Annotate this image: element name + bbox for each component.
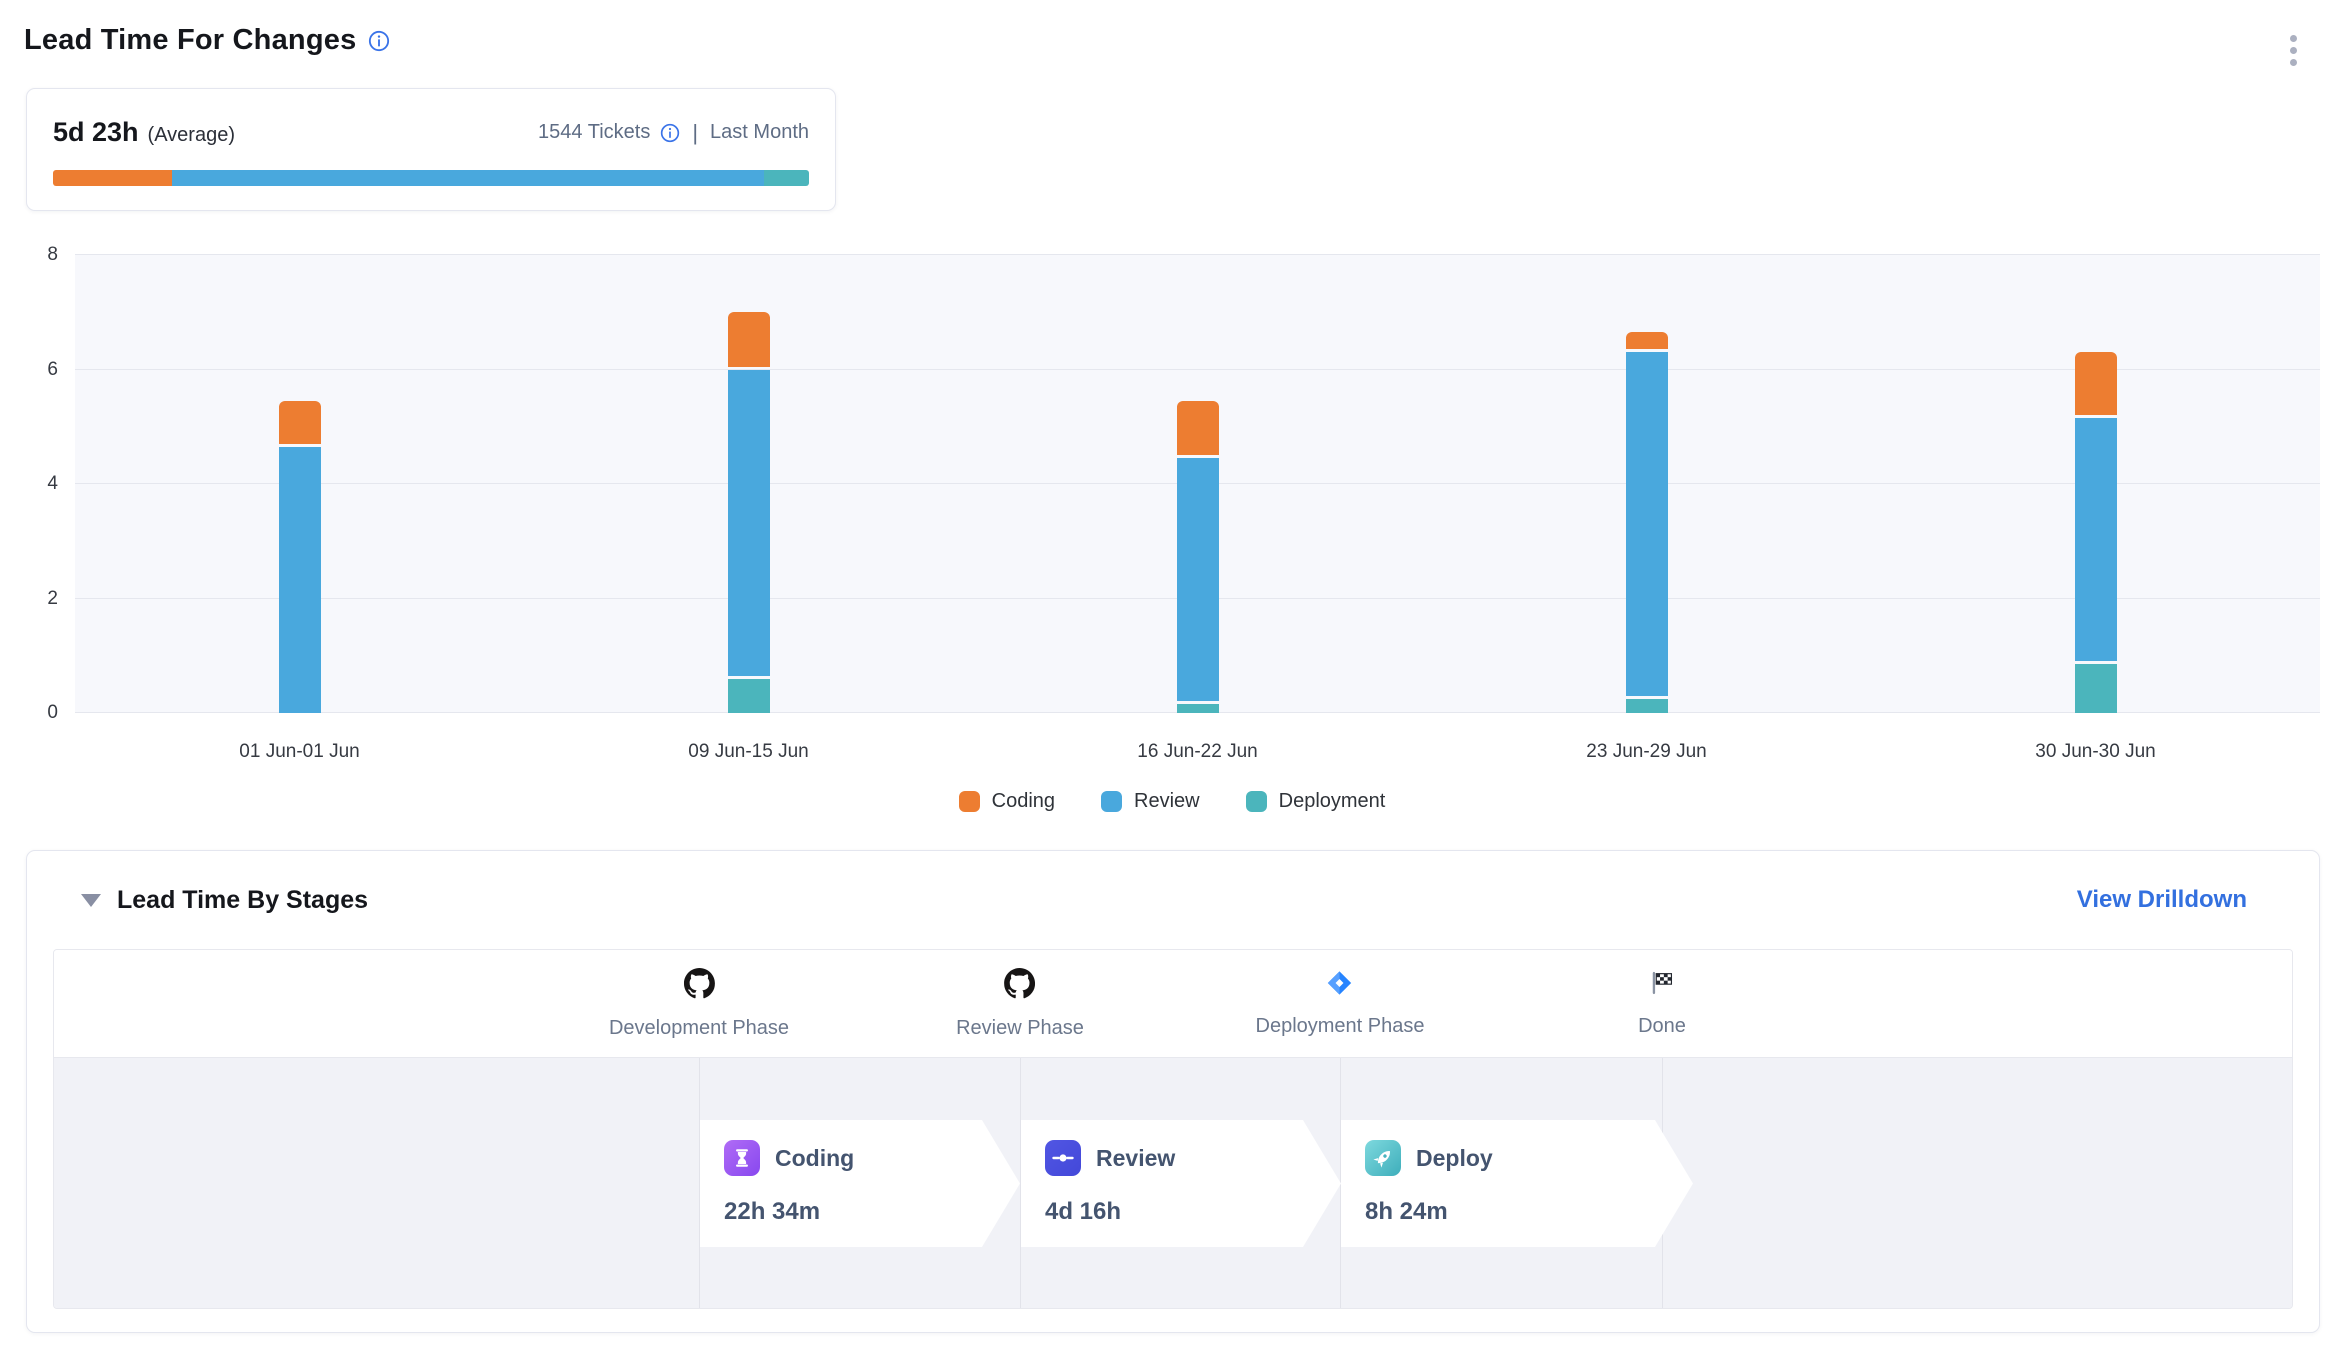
phase-label: Review Phase	[956, 1017, 1084, 1040]
more-options-kebab-icon[interactable]	[2282, 30, 2304, 70]
phase-deployment: Deployment Phase	[1256, 950, 1425, 1057]
legend-label: Review	[1134, 790, 1200, 813]
stage-card-duration: 8h 24m	[1365, 1198, 1693, 1226]
lead-time-distribution-bar	[53, 170, 809, 186]
phase-done: Done	[1638, 950, 1686, 1057]
legend-item-coding[interactable]: Coding	[959, 790, 1055, 813]
y-tick-label: 4	[0, 473, 58, 495]
rocket-icon	[1365, 1140, 1401, 1176]
y-tick-label: 0	[0, 702, 58, 724]
bar-segment-deployment[interactable]	[1626, 699, 1668, 713]
page-title: Lead Time For Changes	[24, 24, 356, 57]
stage-card-duration: 22h 34m	[724, 1198, 1020, 1226]
x-tick-label: 30 Jun-30 Jun	[2035, 741, 2155, 763]
separator: |	[690, 120, 700, 146]
bar-segment-deployment[interactable]	[1177, 704, 1219, 713]
commit-icon	[1045, 1140, 1081, 1176]
x-tick-label: 09 Jun-15 Jun	[688, 741, 808, 763]
legend-swatch	[959, 791, 980, 812]
stage-card-coding: Coding 22h 34m	[700, 1120, 1020, 1247]
stage-card-title: Coding	[775, 1145, 854, 1172]
stage-card-review: Review 4d 16h	[1021, 1120, 1341, 1247]
legend-label: Coding	[992, 790, 1055, 813]
lead-time-by-stages-card: Lead Time By Stages View Drilldown Devel…	[26, 850, 2320, 1333]
legend-swatch	[1246, 791, 1267, 812]
phase-label: Development Phase	[609, 1017, 789, 1040]
x-tick-label: 16 Jun-22 Jun	[1137, 741, 1257, 763]
stage-card-title: Deploy	[1416, 1145, 1493, 1172]
bar-segment-review[interactable]	[279, 447, 321, 713]
y-tick-label: 2	[0, 588, 58, 610]
period-label: Last Month	[710, 121, 809, 144]
view-drilldown-link[interactable]: View Drilldown	[2077, 886, 2247, 914]
chart-legend: Coding Review Deployment	[0, 790, 2344, 813]
lead-time-chart: 02468 01 Jun-01 Jun09 Jun-15 Jun16 Jun-2…	[0, 250, 2344, 842]
bar-segment-coding[interactable]	[279, 401, 321, 444]
tickets-info-icon[interactable]	[660, 123, 680, 143]
phase-review: Review Phase	[956, 950, 1084, 1057]
distribution-segment-coding	[53, 170, 172, 186]
distribution-segment-deployment	[764, 170, 809, 186]
github-icon	[1005, 968, 1036, 1004]
legend-item-deployment[interactable]: Deployment	[1246, 790, 1386, 813]
hourglass-icon	[724, 1140, 760, 1176]
jira-icon	[1326, 969, 1354, 1002]
legend-label: Deployment	[1279, 790, 1386, 813]
bar-segment-coding[interactable]	[1626, 332, 1668, 349]
collapse-triangle-icon[interactable]	[81, 894, 101, 907]
lead-time-dashboard: Lead Time For Changes 5d 23h (Average) 1…	[0, 0, 2344, 1352]
stages-header: Lead Time By Stages View Drilldown	[27, 851, 2319, 949]
stages-table-header: Development Phase Review Phase	[54, 950, 2292, 1058]
legend-swatch	[1101, 791, 1122, 812]
stages-table-body: Coding 22h 34m Review 4d 1	[54, 1058, 2292, 1309]
column-divider	[1020, 1058, 1021, 1309]
checkered-flag-icon	[1648, 969, 1676, 1002]
phase-development: Development Phase	[609, 950, 789, 1057]
bar-segment-coding[interactable]	[1177, 401, 1219, 455]
bar-segment-deployment[interactable]	[2075, 664, 2117, 713]
bar-segment-deployment[interactable]	[728, 679, 770, 713]
gridline	[75, 254, 2320, 255]
stage-card-deploy: Deploy 8h 24m	[1341, 1120, 1693, 1247]
phase-label: Deployment Phase	[1256, 1015, 1425, 1038]
bar-segment-review[interactable]	[1177, 458, 1219, 701]
y-tick-label: 6	[0, 359, 58, 381]
stage-card-title: Review	[1096, 1145, 1175, 1172]
info-icon[interactable]	[368, 30, 390, 52]
distribution-segment-review	[172, 170, 764, 186]
stages-title: Lead Time By Stages	[117, 886, 368, 915]
x-tick-label: 01 Jun-01 Jun	[239, 741, 359, 763]
summary-card: 5d 23h (Average) 1544 Tickets | Last Mon…	[26, 88, 836, 211]
y-tick-label: 8	[0, 244, 58, 266]
github-icon	[683, 968, 714, 1004]
chart-plot-area	[75, 255, 2320, 713]
stages-table: Development Phase Review Phase	[53, 949, 2293, 1309]
average-lead-time-value: 5d 23h	[53, 117, 139, 148]
page-header: Lead Time For Changes	[24, 24, 390, 57]
gridline	[75, 369, 2320, 370]
bar-segment-review[interactable]	[728, 370, 770, 676]
x-tick-label: 23 Jun-29 Jun	[1586, 741, 1706, 763]
average-label: (Average)	[148, 124, 235, 147]
bar-segment-review[interactable]	[2075, 418, 2117, 661]
bar-segment-review[interactable]	[1626, 352, 1668, 695]
bar-segment-coding[interactable]	[728, 312, 770, 366]
bar-segment-coding[interactable]	[2075, 352, 2117, 415]
column-divider	[699, 1058, 700, 1309]
tickets-count: 1544 Tickets	[538, 121, 650, 144]
stage-card-duration: 4d 16h	[1045, 1198, 1341, 1226]
legend-item-review[interactable]: Review	[1101, 790, 1200, 813]
phase-label: Done	[1638, 1015, 1686, 1038]
